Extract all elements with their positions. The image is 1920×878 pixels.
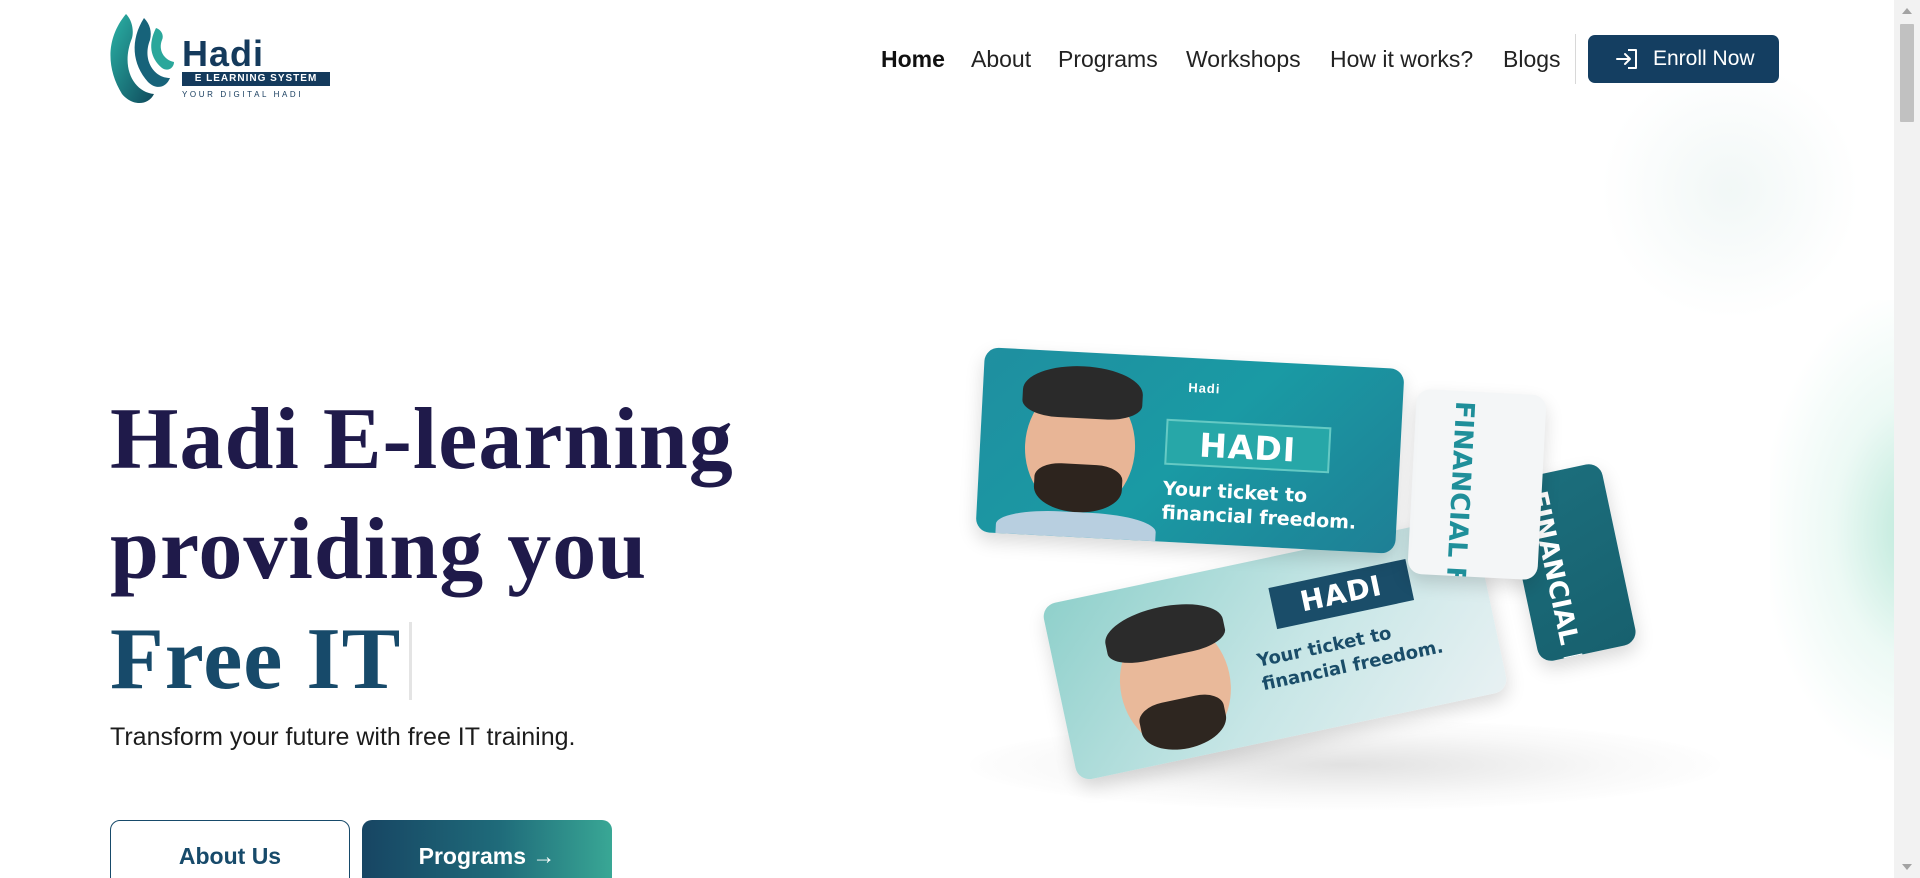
headline-line-3: Free IT [110,605,870,715]
nav-how-it-works[interactable]: How it works? [1330,44,1473,74]
logo-tagline: YOUR DIGITAL HADI [182,90,304,99]
avatar-beard-front [1032,461,1124,515]
hero-headline: Hadi E-learning providing you Free IT [110,385,870,715]
nav-about[interactable]: About [971,44,1031,74]
front-stub-text: FINANCIAL FREEDOM. [1433,400,1480,580]
enroll-now-label: Enroll Now [1653,47,1755,70]
avatar-shirt-front [994,507,1157,554]
login-arrow-icon [1616,49,1637,69]
page: Hadi E LEARNING SYSTEM YOUR DIGITAL HADI… [0,0,1920,878]
scroll-up-arrow-icon[interactable] [1902,8,1912,14]
front-ticket-caption: Your ticket to financial freedom. [1161,477,1357,534]
hero-subtitle: Transform your future with free IT train… [110,723,576,751]
page-scrollbar[interactable] [1894,0,1920,878]
headline-typed-text: Free IT [110,611,402,708]
nav-workshops[interactable]: Workshops [1186,44,1301,74]
programs-button[interactable]: Programs → [362,820,612,878]
logo-wordmark: Hadi [182,33,265,74]
site-logo[interactable]: Hadi E LEARNING SYSTEM YOUR DIGITAL HADI [104,8,330,108]
front-ticket: Hadi HADI Your ticket to financial freedo… [975,347,1405,554]
avatar-hair-front [1021,363,1145,422]
nav-blogs[interactable]: Blogs [1503,44,1561,74]
headline-line-2: providing you [110,501,648,598]
front-ticket-stub: FINANCIAL FREEDOM. [1407,388,1547,581]
back-ticket-label: HADI [1268,558,1415,630]
nav-programs[interactable]: Programs [1058,44,1158,74]
headline-line-1: Hadi E-learning [110,391,734,488]
nav-divider [1575,34,1576,84]
front-ticket-label: HADI [1164,418,1332,474]
nav-home[interactable]: Home [881,44,945,74]
ticket-mini-logo: Hadi [1187,379,1221,397]
scroll-down-arrow-icon[interactable] [1902,864,1912,870]
typing-caret [409,622,413,700]
logo-band: E LEARNING SYSTEM [182,72,330,86]
background-glow-top [1600,60,1860,320]
hadi-flame-logo-icon [110,14,174,103]
scroll-thumb[interactable] [1900,24,1914,122]
enroll-now-button[interactable]: Enroll Now [1588,35,1779,83]
about-us-button[interactable]: About Us [110,820,350,878]
ticket-illustration: FINANCIAL FREEDOM. HADI Your ticket tofi… [960,340,1740,830]
